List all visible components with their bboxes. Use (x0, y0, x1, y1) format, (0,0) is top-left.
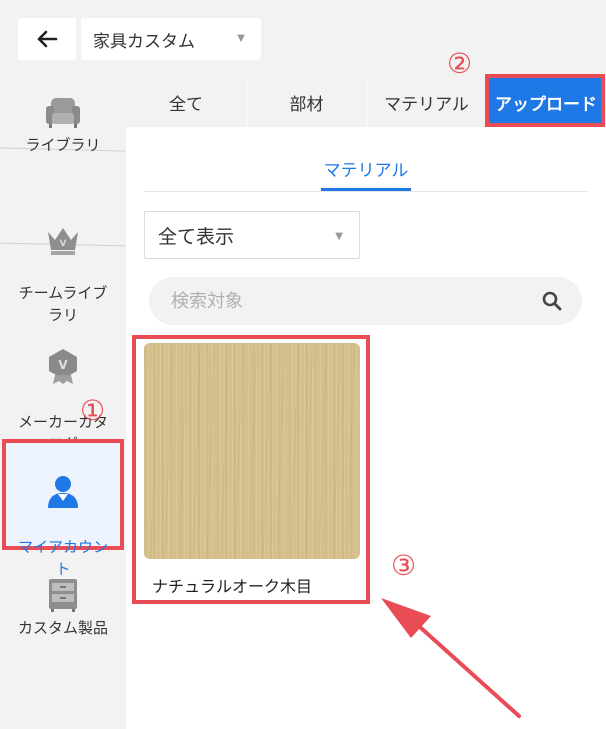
user-icon (48, 476, 78, 508)
crown-icon: V (48, 228, 78, 255)
card-highlight-box (132, 335, 370, 604)
svg-text:V: V (58, 358, 68, 372)
cabinet-icon (49, 579, 77, 612)
chevron-down-icon: ▼ (335, 231, 343, 242)
sidebar-item-label: ライブラリ (25, 136, 101, 154)
filter-select[interactable]: 全て表示 ▼ (144, 211, 360, 259)
annotation-number: ② (447, 47, 473, 80)
sidebar-item-custom-products[interactable]: カスタム製品 (0, 577, 126, 639)
sidebar-item-library[interactable]: ライブラリ (0, 96, 126, 156)
sidebar-item-label: チームライブ ラリ (18, 284, 108, 324)
badge-v-icon: V (49, 349, 77, 384)
arrow-left-icon (37, 30, 58, 48)
filter-select-value: 全て表示 (158, 225, 235, 248)
subtab-underline (321, 188, 411, 191)
subtab-material[interactable]: マテリアル (321, 156, 411, 181)
tab-parts[interactable]: 部材 (247, 78, 367, 127)
top-bar: 家具カスタム ▼ (0, 0, 606, 78)
sidebar-item-label: カスタム製品 (17, 619, 108, 637)
search-bar (149, 277, 582, 325)
divider (144, 191, 588, 192)
search-input[interactable] (169, 289, 533, 313)
category-select[interactable]: 家具カスタム ▼ (81, 18, 261, 60)
tab-label: 部材 (289, 95, 324, 115)
sidebar-item-my-account[interactable]: マイアカウン ト (0, 452, 126, 580)
tab-material[interactable]: マテリアル (367, 78, 487, 127)
back-button[interactable] (18, 18, 76, 60)
tab-label: マテリアル (384, 95, 469, 115)
tab-all[interactable]: 全て (126, 78, 247, 127)
tab-label: 全て (169, 95, 203, 115)
sidebar: ライブラリ V チームライブ ラリ V メーカーカタ ログ マイアカウン ト (0, 78, 126, 729)
annotation-number: ① (80, 394, 106, 427)
tab-highlight-box (485, 74, 605, 127)
sidebar-item-team-library[interactable]: V チームライブ ラリ (0, 202, 126, 326)
svg-text:V: V (60, 239, 67, 249)
chevron-down-icon: ▼ (237, 33, 245, 44)
search-icon[interactable] (542, 291, 562, 311)
sidebar-item-maker-catalog[interactable]: V メーカーカタ ログ (0, 325, 126, 455)
annotation-number: ③ (391, 549, 417, 582)
category-select-value: 家具カスタム (93, 31, 195, 52)
sidebar-item-label: マイアカウン ト (17, 538, 108, 578)
sofa-icon (46, 98, 80, 128)
